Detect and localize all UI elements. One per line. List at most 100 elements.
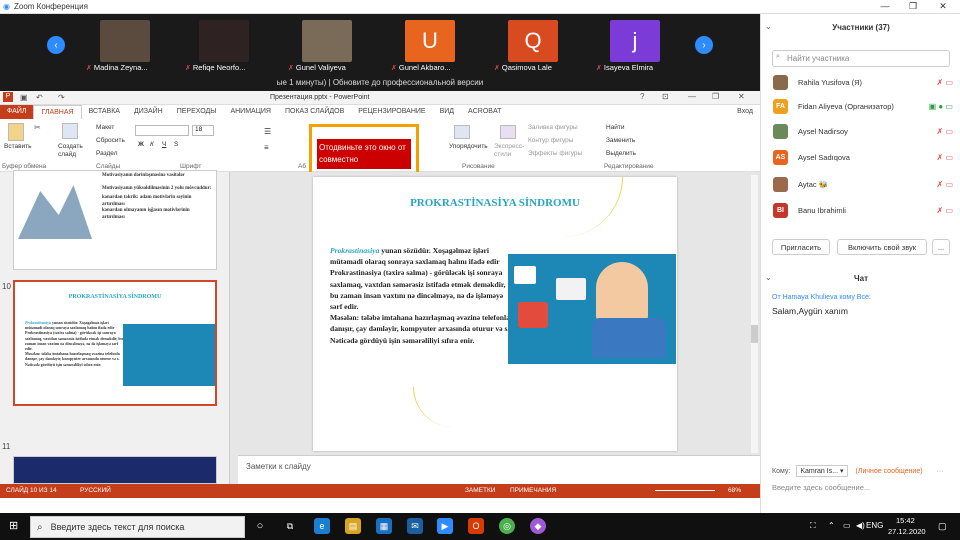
tab-slideshow[interactable]: ПОКАЗ СЛАЙДОВ	[278, 105, 351, 119]
tab-file[interactable]: ФАЙЛ	[0, 105, 34, 119]
clock-time[interactable]: 15:42	[896, 516, 915, 525]
upgrade-banner[interactable]: ые 1 минуты) | Обновите до профессиональ…	[0, 74, 760, 91]
notes-placeholder[interactable]: Заметки к слайду	[246, 462, 311, 471]
signin-link[interactable]: Вход	[730, 105, 760, 119]
participant-row[interactable]: Rahila Yusifova (Я) ✗ ▭	[773, 72, 953, 92]
store-icon[interactable]: ▦	[376, 518, 392, 534]
minimize-icon[interactable]: —	[688, 92, 696, 101]
quick-styles-button[interactable]: Экспресс-стили	[494, 143, 524, 159]
people-icon[interactable]: ⛶	[810, 521, 816, 531]
tab-transitions[interactable]: ПЕРЕХОДЫ	[170, 105, 224, 119]
tab-animations[interactable]: АНИМАЦИЯ	[223, 105, 278, 119]
slide-thumbnails-panel[interactable]: Motivasiyanın dərinləşməsinə vasitələr M…	[0, 170, 230, 484]
layout-button[interactable]: Макет	[96, 124, 114, 131]
slide-body-text[interactable]: Prokrastinasiya yunan sözüdür. Xoşagəlmə…	[330, 245, 510, 346]
underline-icon[interactable]: Ч	[162, 141, 166, 148]
participant-search-input[interactable]: Найти участника	[772, 50, 950, 67]
reset-button[interactable]: Сбросить	[96, 137, 125, 144]
task-view-icon[interactable]: ⧉	[282, 518, 298, 534]
slide-thumbnail-11[interactable]	[13, 456, 217, 484]
office-icon[interactable]: O	[468, 518, 484, 534]
video-tile[interactable]: j ✗ Isayeva Elmira	[588, 18, 682, 74]
bold-icon[interactable]: Ж	[138, 141, 144, 148]
chat-input[interactable]: Введите здесь сообщение...	[772, 483, 870, 492]
video-tile[interactable]: U ✗ Gunel Akbaro...	[383, 18, 477, 74]
italic-icon[interactable]: К	[150, 141, 154, 148]
tab-design[interactable]: ДИЗАЙН	[127, 105, 170, 119]
participant-row[interactable]: FA Fidan Aliyeva (Организатор) ▣ ● ▭	[773, 96, 953, 116]
file-explorer-icon[interactable]: ▤	[345, 518, 361, 534]
tab-acrobat[interactable]: ACROBAT	[461, 105, 508, 119]
scrollbar-thumb[interactable]	[751, 325, 758, 343]
gallery-next-button[interactable]: ›	[695, 36, 713, 54]
gallery-prev-button[interactable]: ‹	[47, 36, 65, 54]
tab-insert[interactable]: ВСТАВКА	[82, 105, 127, 119]
align-left-icon[interactable]: ≡	[264, 143, 269, 152]
font-name-select[interactable]	[135, 125, 189, 136]
video-tile[interactable]: ✗ Refiqe Neorfo...	[177, 18, 271, 74]
more-options-button[interactable]: ...	[932, 239, 950, 255]
edge-icon[interactable]: e	[314, 518, 330, 534]
participant-row[interactable]: Aytac 🐝 ✗ ▭	[773, 174, 953, 194]
redo-icon[interactable]: ↷	[58, 93, 65, 102]
bullets-icon[interactable]: ☰	[264, 127, 271, 136]
video-tile[interactable]: ✗ Gunel Valiyeva	[280, 18, 374, 74]
zoom-slider[interactable]	[655, 490, 715, 491]
close-icon[interactable]: ✕	[936, 1, 950, 12]
tab-view[interactable]: ВИД	[433, 105, 461, 119]
language-indicator[interactable]: РУССКИЙ	[80, 487, 111, 494]
find-button[interactable]: Найти	[606, 124, 625, 131]
minimize-icon[interactable]: —	[878, 1, 892, 11]
paste-button[interactable]: Вставить	[4, 143, 32, 150]
help-icon[interactable]: ?	[640, 92, 644, 101]
network-icon[interactable]: ▭	[843, 521, 851, 530]
select-button[interactable]: Выделить	[606, 150, 636, 157]
notes-toggle[interactable]: ЗАМЕТКИ	[465, 487, 495, 494]
shape-fill-button[interactable]: Заливка фигуры	[528, 124, 578, 131]
more-icon[interactable]: ···	[937, 468, 944, 475]
zoom-level[interactable]: 68%	[728, 487, 741, 494]
windows-start-icon[interactable]: ⊞	[9, 519, 18, 532]
shape-outline-button[interactable]: Контур фигуры	[528, 137, 573, 144]
paste-icon[interactable]	[8, 123, 24, 141]
participant-row[interactable]: Aysel Nadirsoy ✗ ▭	[773, 121, 953, 141]
procrastination-illustration[interactable]	[508, 254, 676, 364]
close-icon[interactable]: ✕	[738, 92, 745, 101]
slide-title[interactable]: PROKRASTİNASİYA SİNDROMU	[313, 197, 677, 209]
quick-styles-icon[interactable]	[500, 125, 516, 139]
invite-button[interactable]: Пригласить	[772, 239, 830, 255]
chat-recipient-select[interactable]: Kamran Is... ▾	[796, 465, 848, 477]
arrange-icon[interactable]	[454, 125, 470, 139]
create-slide-button[interactable]: Создать слайд	[58, 143, 86, 159]
maximize-icon[interactable]: ❐	[906, 1, 920, 12]
cortana-icon[interactable]: ○	[252, 518, 268, 534]
mail-icon[interactable]: ✉	[407, 518, 423, 534]
participant-row[interactable]: BI Banu Ibrahimli ✗ ▭	[773, 200, 953, 220]
cut-icon[interactable]: ✂	[34, 123, 41, 132]
replace-button[interactable]: Заменить	[606, 137, 635, 144]
notes-pane[interactable]: Заметки к слайду	[238, 455, 760, 485]
slide-thumbnail-10[interactable]: PROKRASTİNASİYA SİNDROMU Prokrastinasiya…	[13, 280, 217, 406]
unmute-self-button[interactable]: Включить свой звук	[837, 239, 927, 255]
tab-home[interactable]: ГЛАВНАЯ	[33, 104, 82, 120]
comments-toggle[interactable]: ПРИМЕЧАНИЯ	[510, 487, 556, 494]
volume-icon[interactable]: ◀)	[856, 521, 865, 530]
video-tile[interactable]: Q ✗ Qasimova Lale	[486, 18, 580, 74]
zoom-taskbar-icon[interactable]: ▶	[437, 518, 453, 534]
chevron-up-icon[interactable]: ⌃	[828, 521, 835, 530]
chrome-icon[interactable]: ◎	[499, 518, 515, 534]
save-icon[interactable]: ▣	[20, 93, 28, 102]
maximize-icon[interactable]: ❐	[712, 92, 719, 101]
section-button[interactable]: Раздел	[96, 150, 117, 157]
video-tile[interactable]: ✗ Madina Zeyna...	[78, 18, 172, 74]
current-slide[interactable]: PROKRASTİNASİYA SİNDROMU Prokrastinasiya…	[313, 177, 677, 451]
shape-effects-button[interactable]: Эффекты фигуры	[528, 150, 582, 157]
ribbon-options-icon[interactable]: ⊡	[662, 92, 669, 101]
chevron-down-icon[interactable]: ⌄	[765, 22, 772, 31]
clock-date[interactable]: 27.12.2020	[888, 527, 926, 536]
notifications-icon[interactable]: ▢	[938, 521, 947, 532]
new-slide-icon[interactable]	[62, 123, 78, 139]
editor-scrollbar[interactable]	[751, 175, 758, 453]
participant-row[interactable]: AS Aysel Sadıqova ✗ ▭	[773, 147, 953, 167]
arrange-button[interactable]: Упорядочить	[449, 143, 488, 150]
